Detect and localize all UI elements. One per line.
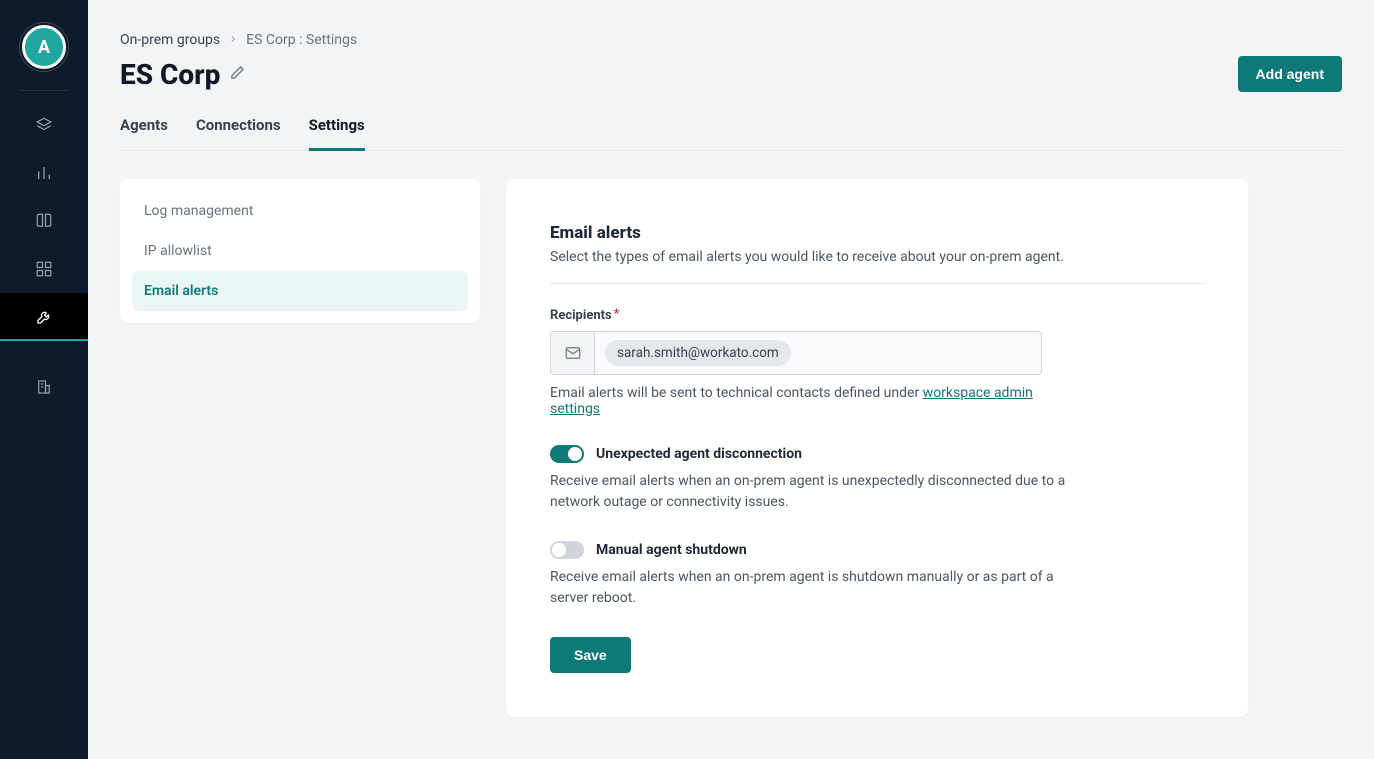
toggle-label-disconnection: Unexpected agent disconnection [596,446,802,462]
toggle-row-disconnection: Unexpected agent disconnection [550,445,1080,463]
bar-chart-icon [35,164,53,182]
toggle-manual-shutdown[interactable] [550,541,584,559]
recipients-input[interactable]: sarah.smith@workato.com [550,331,1042,375]
toggle-label-shutdown: Manual agent shutdown [596,542,747,558]
content-grid: Log management IP allowlist Email alerts… [120,179,1342,717]
avatar-outer-ring: A [19,22,69,72]
rail-item-library[interactable] [0,197,88,245]
toggle-desc-shutdown: Receive email alerts when an on-prem age… [550,567,1080,609]
rail-item-analytics[interactable] [0,149,88,197]
page-title: ES Corp [120,58,220,91]
section-subtitle: Select the types of email alerts you wou… [550,249,1204,265]
rail-item-apps[interactable] [0,245,88,293]
layers-icon [35,116,53,134]
toggle-unexpected-disconnection[interactable] [550,445,584,463]
breadcrumb-current: ES Corp : Settings [246,32,357,48]
wrench-icon [35,308,53,326]
sidebar-item-ip-allowlist[interactable]: IP allowlist [132,231,468,271]
settings-sidebar: Log management IP allowlist Email alerts [120,179,480,323]
workspace-avatar[interactable]: A [22,25,66,69]
rail-item-org[interactable] [0,363,88,411]
recipient-chip[interactable]: sarah.smith@workato.com [605,340,791,366]
building-icon [35,378,53,396]
avatar-container: A [0,0,88,90]
title-left: ES Corp [120,58,245,91]
tab-agents[interactable]: Agents [120,116,168,151]
rail-item-tools[interactable] [0,293,88,341]
recipients-input-body[interactable]: sarah.smith@workato.com [595,332,1041,374]
save-button[interactable]: Save [550,637,631,673]
rail-items [0,101,88,411]
pencil-icon[interactable] [230,65,245,84]
section-title: Email alerts [550,223,1204,243]
mail-icon [551,332,595,374]
settings-panel: Email alerts Select the types of email a… [506,179,1248,717]
recipients-label: Recipients [550,308,612,323]
tab-connections[interactable]: Connections [196,116,281,151]
book-open-icon [35,212,53,230]
left-nav-rail: A [0,0,88,759]
rail-divider [20,90,68,91]
title-row: ES Corp Add agent [120,56,1342,92]
recipients-label-row: Recipients * [550,308,1204,323]
help-text-prefix: Email alerts will be sent to technical c… [550,385,923,401]
toggle-knob [568,447,582,461]
grid-icon [35,260,53,278]
sidebar-item-email-alerts[interactable]: Email alerts [132,271,468,311]
toggle-knob [552,543,566,557]
toggle-block-shutdown: Manual agent shutdown Receive email aler… [550,541,1080,609]
tab-settings[interactable]: Settings [309,116,365,151]
breadcrumb: On-prem groups ES Corp : Settings [120,32,1342,48]
add-agent-button[interactable]: Add agent [1238,56,1342,92]
tabs: Agents Connections Settings [120,116,1342,151]
breadcrumb-root[interactable]: On-prem groups [120,32,220,48]
toggle-row-shutdown: Manual agent shutdown [550,541,1080,559]
recipients-help-text: Email alerts will be sent to technical c… [550,385,1042,417]
chevron-right-icon [228,32,238,48]
avatar-letter: A [38,37,50,58]
toggle-block-disconnection: Unexpected agent disconnection Receive e… [550,445,1080,513]
required-asterisk: * [614,306,619,320]
toggle-desc-disconnection: Receive email alerts when an on-prem age… [550,471,1080,513]
sidebar-item-log-management[interactable]: Log management [132,191,468,231]
rail-item-stack[interactable] [0,101,88,149]
section-divider [550,283,1204,284]
main-content: On-prem groups ES Corp : Settings ES Cor… [88,0,1374,759]
